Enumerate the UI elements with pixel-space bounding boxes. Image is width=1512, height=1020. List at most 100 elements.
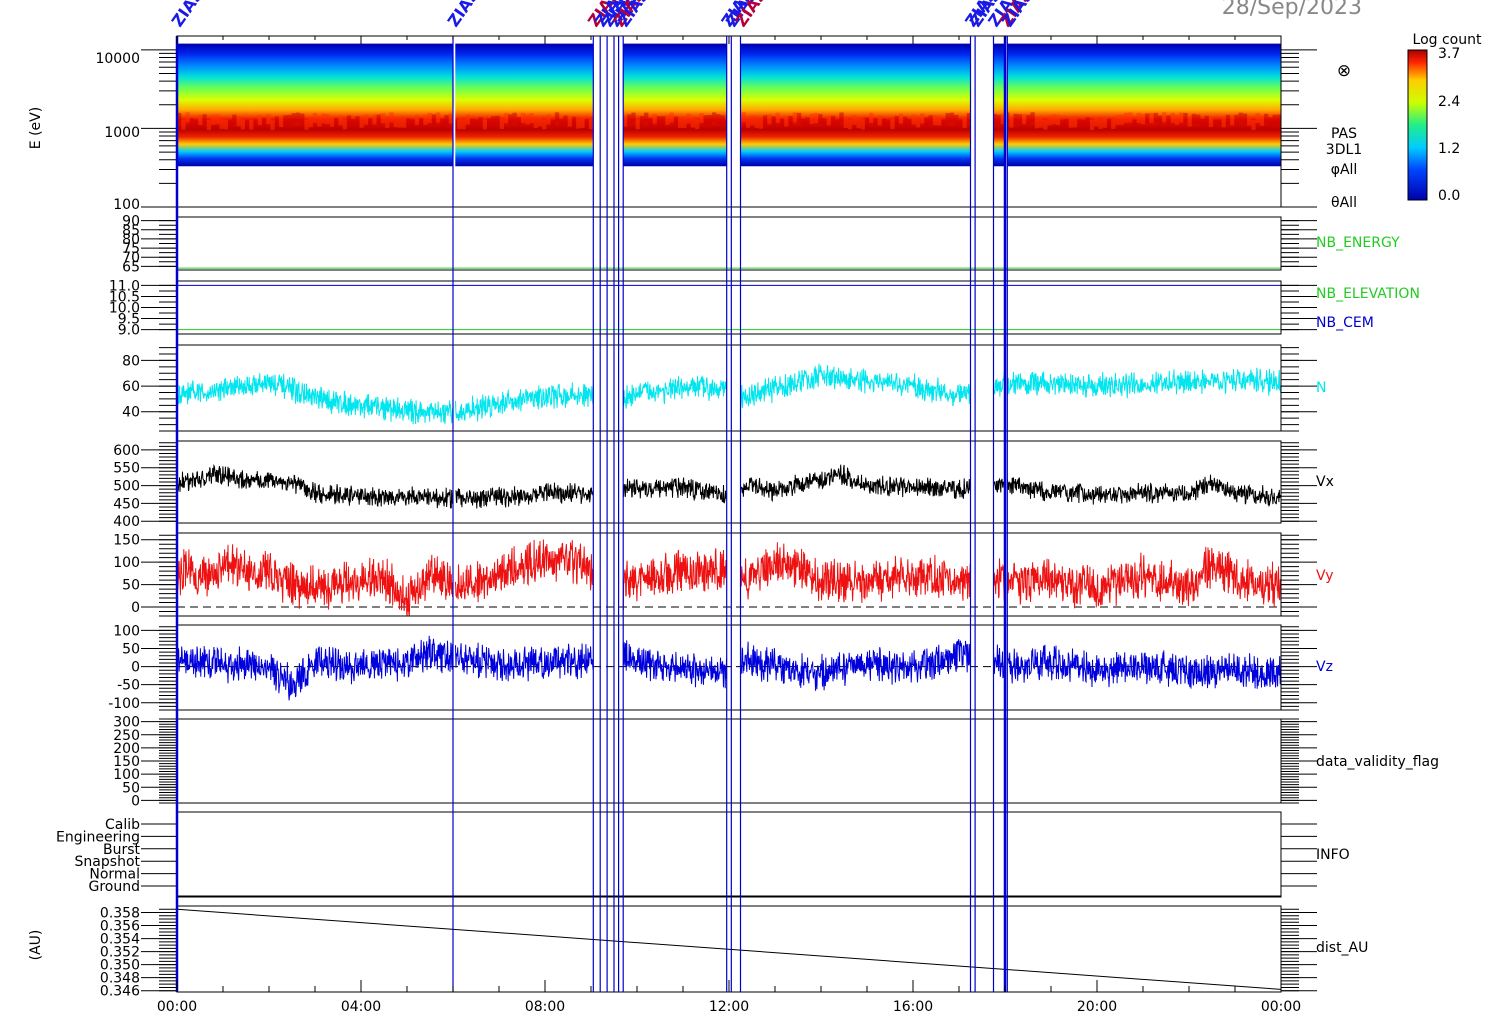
vy-label: Vy <box>1316 568 1334 584</box>
spectrogram-peak-texture <box>1123 112 1129 123</box>
spectrogram-peak-texture <box>423 114 428 125</box>
spectrogram-peak-texture <box>202 114 207 125</box>
event-marker-label: ZIAS <box>168 0 207 30</box>
spectrogram-peak-texture <box>253 119 258 130</box>
spectrogram-peak-texture <box>635 119 640 130</box>
spectrogram-peak-texture <box>1030 112 1035 123</box>
spectrogram-peak-texture <box>1111 119 1116 130</box>
spectrogram-peak-texture <box>1098 118 1103 129</box>
spectrogram-peak-texture <box>189 118 195 129</box>
info-label: INFO <box>1316 847 1350 863</box>
spectrogram-peak-texture <box>351 119 356 130</box>
spectrogram-peak-texture <box>1145 113 1150 124</box>
spectrogram-peak-texture <box>1259 115 1265 126</box>
spectrogram-peak-texture <box>278 117 284 128</box>
spectrogram-peak-texture <box>1157 115 1163 126</box>
nb-elevation-label: NB_ELEVATION <box>1316 286 1420 302</box>
spectrogram-peak-texture <box>1026 114 1031 125</box>
spectrogram-peak-texture <box>181 119 186 130</box>
spectrogram-peak-texture <box>402 117 407 128</box>
spectrogram-peak-texture <box>894 115 899 126</box>
spectrogram-peak-texture <box>652 113 657 124</box>
spectrogram-peak-texture <box>308 117 313 128</box>
spectrogram-peak-texture <box>355 116 360 127</box>
dist-ylabel: (AU) <box>28 930 44 961</box>
ytick-label: 150 <box>113 533 140 549</box>
validity-label: data_validity_flag <box>1316 754 1439 770</box>
spectrogram-peak-texture <box>822 118 827 129</box>
spectrogram-peak-texture <box>775 112 781 123</box>
spectrogram-peak-texture <box>1060 120 1065 131</box>
spectrogram-peak-texture <box>469 118 475 129</box>
spectrogram-peak-texture <box>1038 117 1044 128</box>
spectrogram-peak-texture <box>1217 119 1222 130</box>
spectrogram-peak-texture <box>478 117 483 128</box>
spectrogram-peak-texture <box>877 115 882 126</box>
spectrogram-peak-texture <box>1221 117 1226 128</box>
spectrogram-peak-texture <box>779 118 785 129</box>
spectrogram-peak-texture <box>932 115 938 126</box>
spectrogram-peak-texture <box>767 114 772 125</box>
spectrogram-peak-texture <box>533 117 538 128</box>
panel-frame <box>176 811 1282 898</box>
spectrogram-peak-texture <box>512 112 517 123</box>
spectrogram-peak-texture <box>1085 117 1090 128</box>
spectrogram-peak-texture <box>329 116 335 127</box>
spectrogram-peak-texture <box>1064 119 1069 130</box>
ytick-label: 100 <box>113 555 140 571</box>
ytick-label: 400 <box>113 514 140 530</box>
spectrogram-peak-texture <box>941 119 946 130</box>
spectrogram-peak-texture <box>958 119 963 130</box>
spectrogram-peak-texture <box>915 117 921 128</box>
spectrogram-peak-texture <box>741 112 747 123</box>
spectrogram-peak-texture <box>839 112 844 123</box>
spectrogram-peak-texture <box>826 115 831 126</box>
spectrogram-product-label: 3DL1 <box>1326 142 1362 158</box>
spectrogram-peak-texture <box>559 119 564 130</box>
spectrogram-peak-texture <box>236 116 241 127</box>
spectrogram-peak-texture <box>1268 117 1273 128</box>
spectrogram-peak-texture <box>1170 112 1175 123</box>
spectrogram-peak-texture <box>847 119 853 130</box>
spectrogram-peak-texture <box>368 118 373 129</box>
spectrogram-peak-texture <box>1153 112 1158 123</box>
nb-cem-label: NB_CEM <box>1316 315 1374 331</box>
ytick-label: 50 <box>122 642 140 658</box>
spectrogram-peak-texture <box>249 119 254 130</box>
spectrogram-peak-texture <box>758 118 764 129</box>
spectrogram-peak-texture <box>792 112 797 123</box>
spectrogram-peak-texture <box>788 115 793 126</box>
spectrogram-peak-texture <box>317 116 322 127</box>
spectrogram-peak-texture <box>584 119 589 130</box>
spectrogram-peak-texture <box>860 119 865 130</box>
spectrogram-peak-texture <box>571 116 577 127</box>
vx-label: Vx <box>1316 474 1334 490</box>
spectrogram-peak-texture <box>291 113 296 124</box>
spectrogram-peak-texture <box>206 120 212 131</box>
spectrogram-peak-texture <box>240 119 245 130</box>
ytick-label: 40 <box>122 405 140 421</box>
spectrogram-peak-texture <box>881 118 887 129</box>
colorbar-tick-label: 3.7 <box>1438 46 1460 62</box>
nb-energy-yticks: 908580757065 <box>122 214 1317 275</box>
ytick-label: 0.346 <box>100 984 140 1000</box>
spectrogram-peak-texture <box>627 114 632 125</box>
spectrogram-peak-texture <box>232 114 237 125</box>
time-tick-label: 12:00 <box>709 999 749 1015</box>
spectrogram-peak-texture <box>516 117 521 128</box>
panel-frame <box>176 718 1282 804</box>
spectrogram-peak-texture <box>1047 115 1052 126</box>
spectrogram-peak-texture <box>503 113 509 124</box>
spectrogram-peak-texture <box>720 115 725 126</box>
spectrogram-peak-texture <box>648 117 653 128</box>
spectrogram-peak-texture <box>818 114 823 125</box>
spectrogram-peak-texture <box>678 118 683 129</box>
ytick-label: 9.0 <box>118 323 140 339</box>
spectrogram-peak-texture <box>796 112 802 123</box>
spectrogram-peak-texture <box>554 112 560 123</box>
spectrogram-peak-texture <box>920 113 925 124</box>
spectrogram-peak-texture <box>890 119 895 130</box>
spectrogram-peak-texture <box>695 119 700 130</box>
colorbar-tick-label: 0.0 <box>1438 188 1460 204</box>
ytick-label: 0 <box>131 600 140 616</box>
